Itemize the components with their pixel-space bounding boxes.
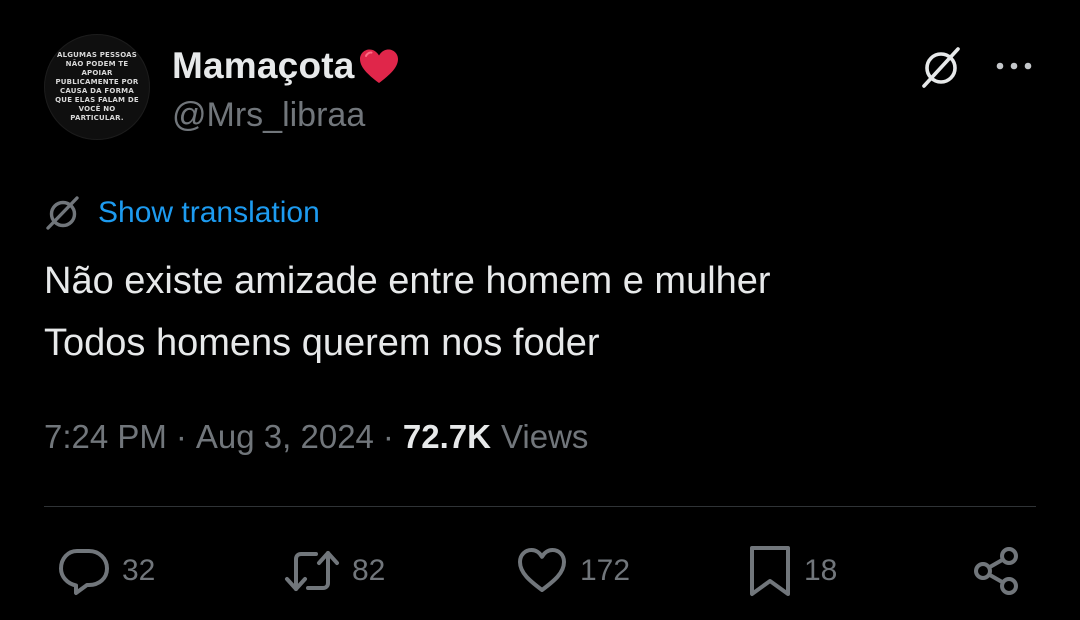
red-heart-emoji-icon <box>359 49 398 83</box>
author-name-row[interactable]: Mamaçota <box>172 44 401 88</box>
author-handle[interactable]: @Mrs_libraa <box>172 96 365 135</box>
retweet-button[interactable]: 82 <box>282 543 385 599</box>
avatar-text-line: VOCÊ NO <box>78 105 116 113</box>
show-translation-link[interactable]: Show translation <box>98 196 320 230</box>
like-button[interactable]: 172 <box>514 543 630 599</box>
avatar-text-line: CAUSA DA FORMA <box>60 87 134 95</box>
meta-separator: · <box>175 418 187 455</box>
avatar-text-line: QUE ELAS FALAM DE <box>55 96 139 104</box>
tweet-text: Não existe amizade entre homem e mulher … <box>44 250 1044 374</box>
avatar-text-line: ALGUMAS PESSOAS <box>56 51 138 59</box>
share-icon <box>974 547 1018 595</box>
meta-separator: · <box>382 418 394 455</box>
bookmark-button[interactable]: 18 <box>746 543 837 599</box>
reply-count: 32 <box>122 554 156 587</box>
tweet-date[interactable]: Aug 3, 2024 <box>196 418 374 456</box>
more-dots-icon[interactable] <box>994 50 1034 82</box>
reply-icon <box>59 549 109 595</box>
tweet: ALGUMAS PESSOAS NÃO PODEM TE APOIAR PUBL… <box>0 0 1080 620</box>
tweet-meta: 7:24 PM · Aug 3, 2024 · 72.7K Views <box>44 414 588 460</box>
share-button[interactable] <box>970 543 1024 599</box>
avatar[interactable]: ALGUMAS PESSOAS NÃO PODEM TE APOIAR PUBL… <box>44 34 150 140</box>
avatar-text-line: NÃO PODEM TE <box>65 60 129 68</box>
like-count: 172 <box>580 554 631 587</box>
divider <box>44 506 1036 507</box>
bookmark-count: 18 <box>804 554 838 587</box>
views-count[interactable]: 72.7K <box>403 418 491 456</box>
avatar-text-line: PUBLICAMENTE POR <box>55 78 139 86</box>
author-display-name[interactable]: Mamaçota <box>172 45 355 87</box>
heart-icon <box>518 548 566 592</box>
tweet-text-line: Não existe amizade entre homem e mulher <box>44 260 771 302</box>
bookmark-icon <box>750 546 790 596</box>
grok-icon <box>46 196 79 230</box>
grok-icon[interactable] <box>918 44 964 90</box>
avatar-text-line: PARTICULAR. <box>70 114 124 122</box>
retweet-icon <box>285 551 339 591</box>
tweet-text-line: Todos homens querem nos foder <box>44 322 600 364</box>
avatar-text-line: APOIAR <box>81 69 113 77</box>
reply-button[interactable]: 32 <box>56 543 155 599</box>
views-label: Views <box>500 418 589 455</box>
show-translation-row[interactable]: Show translation <box>44 192 320 234</box>
retweet-count: 82 <box>352 554 386 587</box>
tweet-time[interactable]: 7:24 PM <box>44 418 167 456</box>
